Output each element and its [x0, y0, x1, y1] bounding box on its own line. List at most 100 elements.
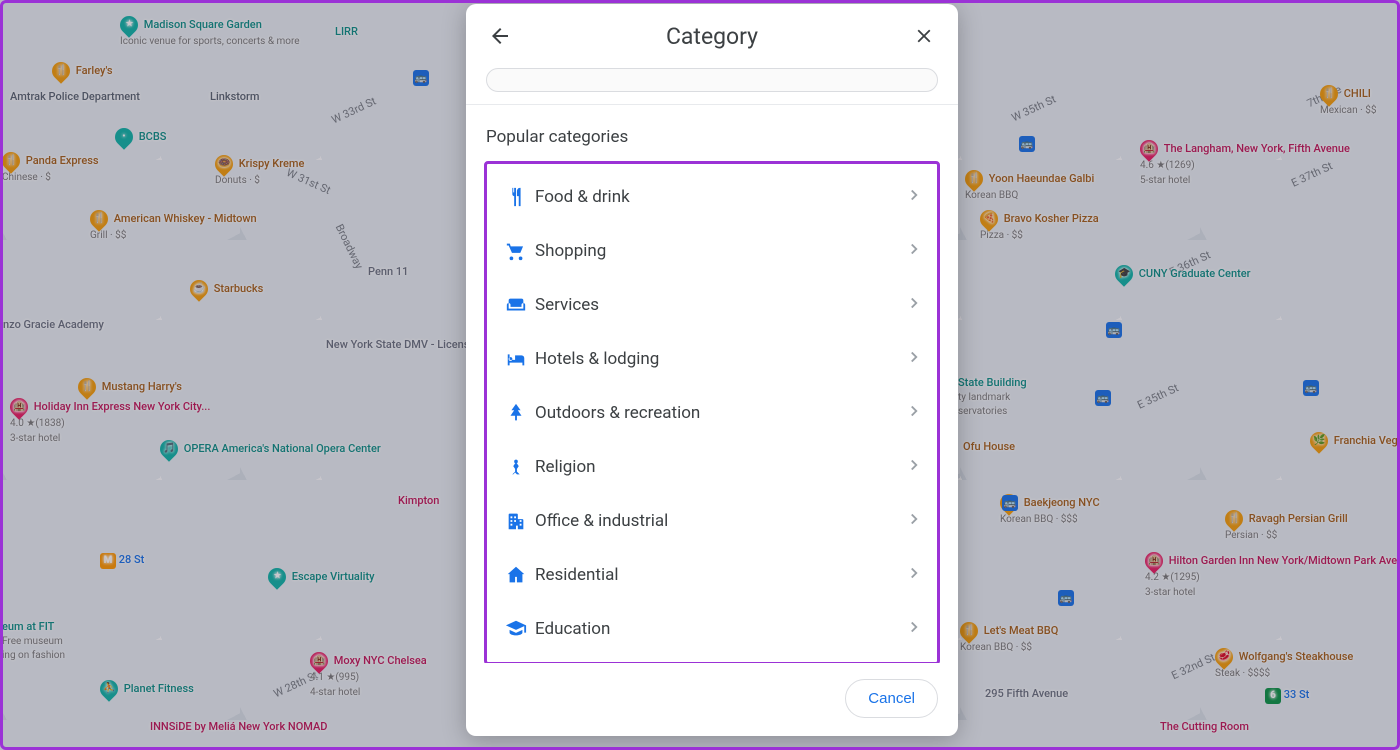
poi-name: The Cutting Room	[1160, 720, 1249, 733]
pin-icon: 🎓	[1111, 261, 1136, 286]
category-item-education[interactable]: Education	[491, 602, 933, 656]
transit-icon: 🚌	[1002, 495, 1018, 511]
transit-icon: 🚌	[413, 70, 429, 86]
pin-icon: 🏨	[1136, 136, 1161, 161]
poi[interactable]: nzo Gracie Academy	[3, 318, 104, 332]
poi-name: Madison Square Garden	[144, 18, 262, 31]
poi[interactable]: 🍴 Yoon Haeundae Galbi Korean BBQ	[965, 170, 1094, 203]
category-label: Hotels & lodging	[535, 349, 905, 369]
chevron-right-icon	[905, 348, 923, 370]
poi[interactable]: ★ Madison Square Garden Iconic venue for…	[120, 16, 300, 49]
category-item-hotels[interactable]: Hotels & lodging	[491, 332, 933, 386]
poi-sub: ty landmark servatories	[958, 392, 1010, 418]
pin-icon: 🍴	[86, 206, 111, 231]
poi-name: Holiday Inn Express New York City...	[34, 400, 211, 413]
poi[interactable]: Penn 11	[368, 265, 408, 279]
poi[interactable]: 🌿 Franchia Vegan	[1310, 432, 1400, 450]
poi[interactable]: 🥩 Wolfgang's Steakhouse Steak · $$$$	[1215, 648, 1353, 681]
pin-icon: 🏨	[6, 394, 31, 419]
pin-icon: ☕	[186, 276, 211, 301]
poi[interactable]: 🏨 The Langham, New York, Fifth Avenue 4.…	[1140, 140, 1350, 187]
poi[interactable]: ☕ Starbucks	[190, 280, 263, 298]
category-item-residential[interactable]: Residential	[491, 548, 933, 602]
category-label: Shopping	[535, 241, 905, 261]
close-button[interactable]	[910, 22, 938, 50]
poi[interactable]: INNSiDE by Meliá New York NOMAD	[150, 720, 327, 734]
poi[interactable]: ★ Escape Virtuality	[268, 568, 375, 586]
poi[interactable]: 🏨 Moxy NYC Chelsea 4.1 ★(995) 4-star hot…	[310, 652, 427, 699]
poi[interactable]: 🍕 Bravo Kosher Pizza Pizza · $$	[980, 210, 1099, 243]
poi-name: Penn 11	[368, 265, 408, 278]
poi[interactable]: 295 Fifth Avenue	[985, 687, 1068, 701]
modal-title: Category	[514, 23, 910, 50]
poi[interactable]: Ofu House	[963, 440, 1015, 454]
category-item-services[interactable]: Services	[491, 278, 933, 332]
cancel-button[interactable]: Cancel	[845, 679, 938, 718]
category-label: Religion	[535, 457, 905, 477]
category-item-shopping[interactable]: Shopping	[491, 224, 933, 278]
poi-sub: Donuts · $	[215, 175, 260, 186]
category-item-food[interactable]: Food & drink	[491, 170, 933, 224]
section-label: Popular categories	[484, 105, 940, 161]
poi[interactable]: ⛹ Planet Fitness	[100, 680, 194, 698]
poi[interactable]: 🍴 Mustang Harry's	[78, 378, 182, 396]
category-item-religion[interactable]: Religion	[491, 440, 933, 494]
building-icon	[497, 510, 535, 532]
poi[interactable]: • BCBS	[115, 128, 166, 146]
modal-footer: Cancel	[466, 663, 958, 736]
category-item-office[interactable]: Office & industrial	[491, 494, 933, 548]
chevron-right-icon	[905, 618, 923, 640]
poi-name: Escape Virtuality	[292, 570, 375, 583]
poi[interactable]: 🎵 OPERA America's National Opera Center	[160, 440, 381, 458]
poi-name: Ofu House	[963, 440, 1015, 453]
sofa-icon	[497, 294, 535, 316]
cart-icon	[497, 240, 535, 262]
poi[interactable]: 🍩 Krispy Kreme Donuts · $	[215, 155, 304, 188]
poi[interactable]: 🍴 Let's Meat BBQ Korean BBQ · $$	[960, 622, 1058, 655]
poi-sub: 4.0 ★(1838) 3-star hotel	[10, 418, 65, 444]
poi[interactable]: 🏨 Holiday Inn Express New York City... 4…	[10, 398, 210, 445]
pin-icon: 🍴	[1316, 81, 1341, 106]
poi-sub: Iconic venue for sports, concerts & more	[120, 36, 300, 47]
category-label: Food & drink	[535, 187, 905, 207]
poi-name: Ravagh Persian Grill	[1249, 512, 1348, 525]
poi[interactable]: Amtrak Police Department	[10, 90, 140, 104]
poi[interactable]: 🍴 Panda Express Chinese · $	[2, 152, 99, 185]
poi-name: 28 St	[119, 553, 145, 566]
poi-name: Mustang Harry's	[102, 380, 182, 393]
poi-name: LIRR	[335, 25, 358, 38]
pin-icon: 🍕	[976, 206, 1001, 231]
arrow-left-icon	[488, 24, 512, 48]
poi-name: Kimpton	[398, 494, 439, 507]
poi[interactable]: 6 33 St	[1265, 688, 1309, 704]
poi[interactable]: 🎓 CUNY Graduate Center	[1115, 265, 1251, 283]
pin-icon: •	[111, 124, 136, 149]
poi-name: Let's Meat BBQ	[984, 624, 1059, 637]
poi[interactable]: Linkstorm	[210, 90, 260, 104]
poi-sub: Grill · $$	[90, 230, 126, 241]
poi[interactable]: 🏨 Hilton Garden Inn New York/Midtown Par…	[1145, 552, 1397, 599]
back-button[interactable]	[486, 22, 514, 50]
category-search-input[interactable]	[486, 68, 938, 92]
pray-icon	[497, 456, 535, 478]
poi[interactable]: The Cutting Room	[1160, 720, 1249, 734]
poi[interactable]: LIRR	[335, 25, 358, 39]
category-modal: Category Popular categories Food & drink…	[466, 4, 958, 736]
poi-name: Planet Fitness	[124, 682, 194, 695]
poi-name: Hilton Garden Inn New York/Midtown Park …	[1169, 554, 1397, 567]
poi[interactable]: 🍴 Farley's	[52, 62, 113, 80]
poi[interactable]: 🍴 CHILI Mexican · $$	[1320, 85, 1376, 118]
poi[interactable]: 🍴 Ravagh Persian Grill Persian · $$	[1225, 510, 1348, 543]
category-label: Residential	[535, 565, 905, 585]
poi[interactable]: Kimpton	[398, 494, 439, 508]
chevron-right-icon	[905, 294, 923, 316]
poi[interactable]: State Building ty landmark servatories	[958, 376, 1027, 419]
category-item-outdoors[interactable]: Outdoors & recreation	[491, 386, 933, 440]
poi-name: 295 Fifth Avenue	[985, 687, 1068, 700]
poi[interactable]: 🍴 American Whiskey - Midtown Grill · $$	[90, 210, 257, 243]
poi[interactable]: M 28 St	[100, 553, 144, 569]
modal-header: Category	[466, 4, 958, 68]
poi-name: INNSiDE by Meliá New York NOMAD	[150, 720, 327, 733]
poi[interactable]: eum at FIT Free museum ing on fashion	[2, 620, 65, 663]
transit-icon: 🚌	[1019, 136, 1035, 152]
